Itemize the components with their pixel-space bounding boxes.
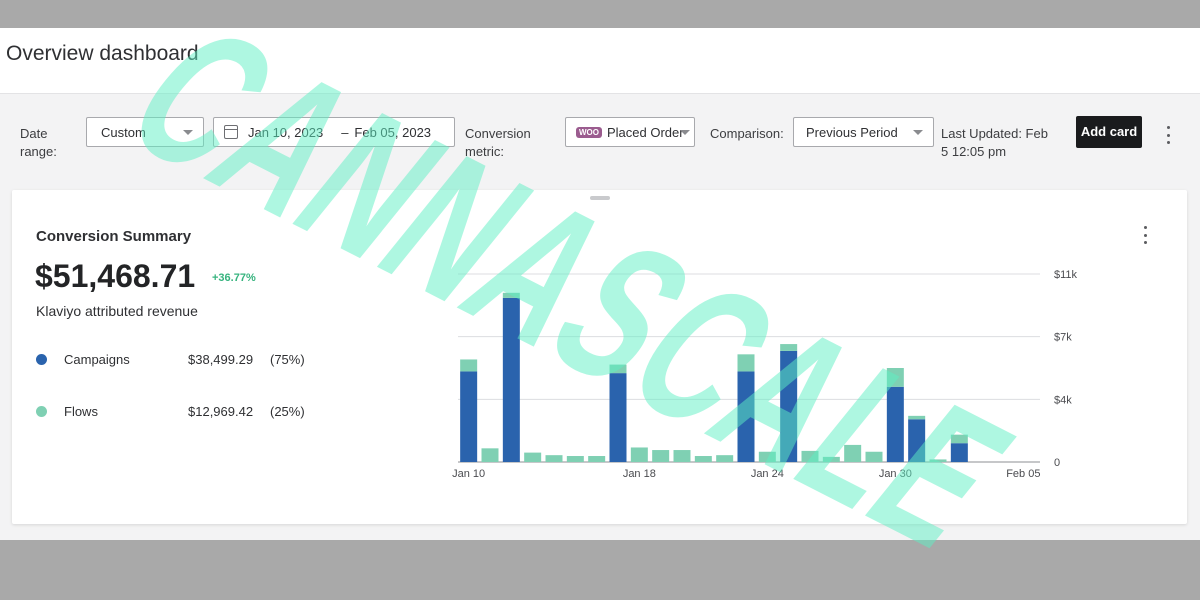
calendar-icon	[224, 125, 238, 139]
date-picker[interactable]: Jan 10, 2023 – Feb 05, 2023	[213, 117, 455, 147]
page-header: Overview dashboard	[0, 28, 1200, 94]
conversion-metric-select[interactable]: WOO Placed Order	[565, 117, 695, 147]
last-updated: Last Updated: Feb 5 12:05 pm	[941, 126, 1048, 159]
add-card-button[interactable]: Add card	[1076, 116, 1142, 148]
bar-flows	[588, 456, 606, 462]
chevron-down-icon	[183, 130, 193, 135]
bar-campaigns	[460, 371, 478, 462]
bar-flows	[545, 455, 563, 462]
start-date: Jan 10, 2023	[248, 124, 324, 140]
y-tick-label: 0	[1054, 457, 1060, 469]
date-range-select[interactable]: Custom	[86, 117, 204, 147]
bar-flows	[950, 434, 968, 444]
comparison-select[interactable]: Previous Period	[793, 117, 934, 147]
bar-flows	[630, 447, 648, 462]
comparison-label: Comparison:	[710, 126, 784, 141]
bar-flows	[694, 456, 712, 462]
bar-flows	[609, 364, 627, 374]
filter-bar: Date range: Custom Jan 10, 2023 – Feb 05…	[0, 94, 1200, 184]
bar-flows	[822, 456, 840, 462]
bar-campaigns	[950, 443, 968, 462]
bar-flows	[780, 344, 798, 351]
chevron-down-icon	[680, 130, 690, 135]
more-options-icon[interactable]	[1166, 126, 1170, 144]
conversion-metric-label: Conversion metric:	[465, 126, 531, 159]
bar-flows	[481, 448, 499, 462]
y-tick-label: $7k	[1054, 332, 1072, 344]
dashboard-window: Overview dashboard Date range: Custom Ja…	[0, 28, 1200, 540]
bar-flows	[929, 459, 947, 462]
chevron-down-icon	[913, 130, 923, 135]
bar-flows	[460, 359, 478, 372]
bar-campaigns	[609, 373, 627, 462]
bar-flows	[886, 368, 904, 387]
bar-flows	[566, 456, 584, 462]
comparison-value: Previous Period	[806, 124, 898, 140]
bar-flows	[502, 292, 520, 298]
bar-flows	[865, 451, 883, 462]
bar-flows	[652, 450, 670, 462]
bar-flows	[737, 354, 755, 372]
bar-flows	[801, 450, 819, 462]
y-tick-label: $4k	[1054, 394, 1072, 406]
bar-campaigns	[780, 350, 798, 462]
date-separator: –	[341, 124, 349, 140]
date-range-label: Date range:	[20, 126, 57, 159]
bar-flows	[844, 444, 862, 462]
date-range-value: Custom	[101, 124, 146, 140]
y-tick-label: $11k	[1054, 269, 1078, 281]
bar-campaigns	[886, 386, 904, 462]
x-tick-label: Jan 30	[879, 468, 912, 480]
bar-flows	[908, 415, 926, 420]
bar-campaigns	[502, 297, 520, 462]
x-tick-label: Jan 10	[452, 468, 485, 480]
revenue-bar-chart: $11k $7k $4k 0 Jan 10 Jan 18 Jan 24 Jan 30 Feb 0…	[452, 269, 1078, 480]
x-tick-label: Jan 24	[751, 468, 784, 480]
conversion-metric-value: Placed Order	[607, 124, 684, 140]
bar-flows	[716, 455, 734, 462]
bar-campaigns	[737, 371, 755, 462]
bar-campaigns	[908, 419, 926, 462]
page-title: Overview dashboard	[6, 42, 199, 65]
end-date: Feb 05, 2023	[354, 124, 432, 140]
bar-flows	[524, 452, 542, 462]
x-tick-label: Feb 05	[1006, 468, 1040, 480]
bar-flows	[758, 451, 776, 462]
bar-flows	[673, 450, 691, 462]
woocommerce-icon: WOO	[576, 126, 602, 138]
x-tick-label: Jan 18	[623, 468, 656, 480]
conversion-summary-card: Conversion Summary $51,468.71 +36.77% Kl…	[12, 190, 1187, 524]
